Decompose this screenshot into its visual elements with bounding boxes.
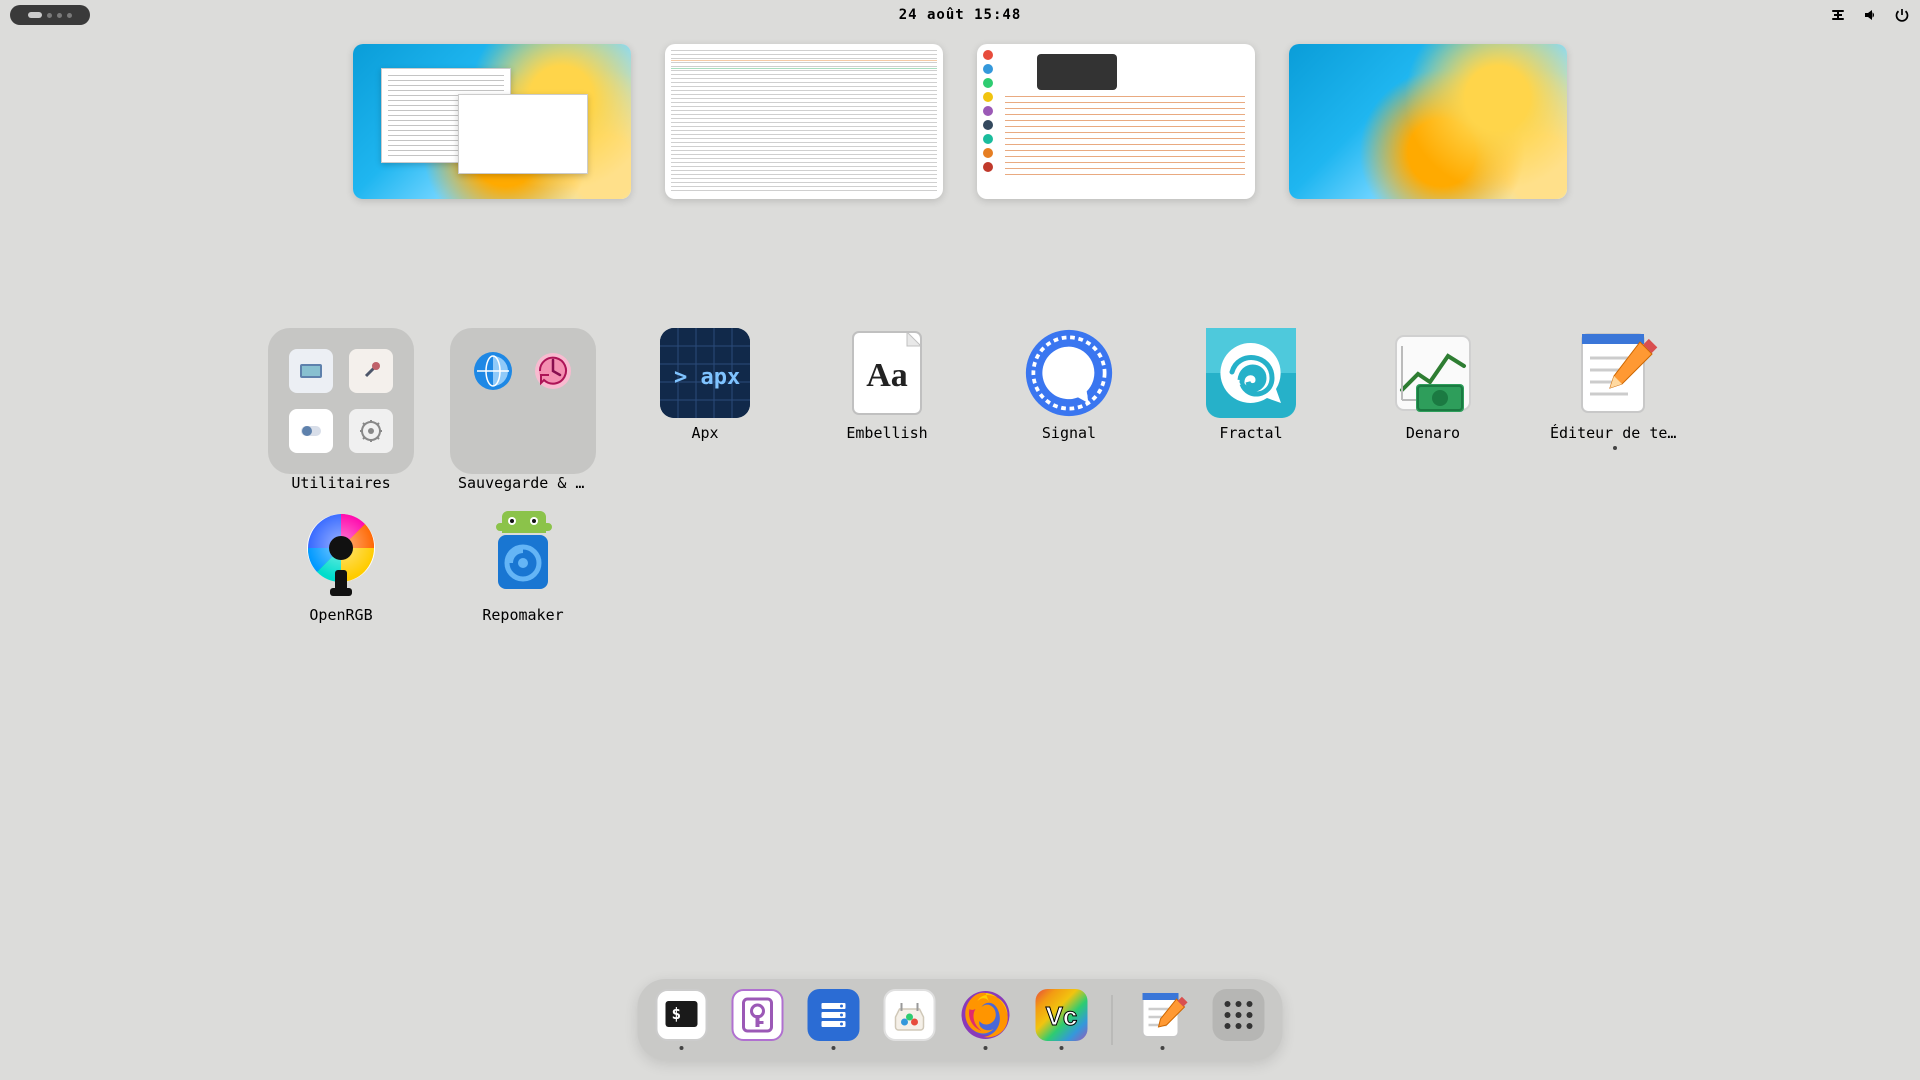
workspace-thumb-4[interactable] [1289, 44, 1567, 199]
top-panel: 24 août 15:48 [0, 0, 1920, 30]
app-signal[interactable]: Signal [978, 320, 1160, 502]
dash-firefox[interactable] [960, 989, 1012, 1050]
running-indicator [1060, 1046, 1064, 1050]
dash-vc[interactable]: Vc [1036, 989, 1088, 1050]
app-label: Fractal [1219, 424, 1282, 442]
dash-text-editor[interactable] [1137, 989, 1189, 1050]
app-label: Denaro [1406, 424, 1460, 442]
apx-icon: > apx [660, 328, 750, 418]
activities-button[interactable] [10, 5, 90, 25]
app-grid: Utilitaires Sauvegarde & S… > apx Apx [250, 320, 1740, 684]
clock[interactable]: 24 août 15:48 [899, 7, 1022, 23]
svg-text:Aa: Aa [866, 357, 908, 394]
app-label: Sauvegarde & S… [458, 474, 588, 492]
app-label: Utilitaires [291, 474, 390, 492]
app-label: Apx [691, 424, 718, 442]
apps-grid-icon [1213, 989, 1265, 1041]
embellish-icon: Aa [842, 328, 932, 418]
text-editor-icon [1570, 328, 1660, 418]
workspace-thumb-2[interactable] [665, 44, 943, 199]
app-repomaker[interactable]: Repomaker [432, 502, 614, 684]
app-label: Signal [1042, 424, 1096, 442]
app-label: Éditeur de tex… [1550, 424, 1680, 442]
app-label: Repomaker [482, 606, 563, 624]
app-folder-utilitaires[interactable]: Utilitaires [250, 320, 432, 502]
system-status-area[interactable] [1830, 7, 1910, 23]
app-apx[interactable]: > apx Apx [614, 320, 796, 502]
app-fractal[interactable]: Fractal [1160, 320, 1342, 502]
network-icon [1830, 7, 1846, 23]
app-text-editor[interactable]: Éditeur de tex… [1524, 320, 1706, 502]
running-indicator [832, 1046, 836, 1050]
repomaker-icon [478, 510, 568, 600]
fractal-icon [1206, 328, 1296, 418]
volume-icon [1862, 7, 1878, 23]
dash: $ [638, 979, 1283, 1060]
dash-secrets[interactable] [732, 989, 784, 1050]
app-label: Embellish [846, 424, 927, 442]
app-label: OpenRGB [309, 606, 372, 624]
app-folder-sauvegarde[interactable]: Sauvegarde & S… [432, 320, 614, 502]
app-embellish[interactable]: Aa Embellish [796, 320, 978, 502]
running-indicator [680, 1046, 684, 1050]
app-denaro[interactable]: Denaro [1342, 320, 1524, 502]
running-indicator [1613, 446, 1617, 450]
workspaces-strip [0, 44, 1920, 199]
app-openrgb[interactable]: OpenRGB [250, 502, 432, 684]
openrgb-icon [296, 510, 386, 600]
dash-files[interactable] [808, 989, 860, 1050]
panel-left [10, 5, 90, 25]
workspace-thumb-3[interactable] [977, 44, 1255, 199]
power-icon [1894, 7, 1910, 23]
running-indicator [984, 1046, 988, 1050]
dash-separator [1112, 995, 1113, 1045]
running-indicator [1161, 1046, 1165, 1050]
svg-text:> apx: > apx [674, 365, 740, 390]
svg-text:Vc: Vc [1046, 1001, 1078, 1031]
dash-show-apps[interactable] [1213, 989, 1265, 1050]
svg-text:$: $ [672, 1004, 682, 1023]
denaro-icon [1388, 328, 1478, 418]
dash-terminal[interactable]: $ [656, 989, 708, 1050]
dash-software[interactable] [884, 989, 936, 1050]
signal-icon [1024, 328, 1114, 418]
workspace-thumb-1[interactable] [353, 44, 631, 199]
